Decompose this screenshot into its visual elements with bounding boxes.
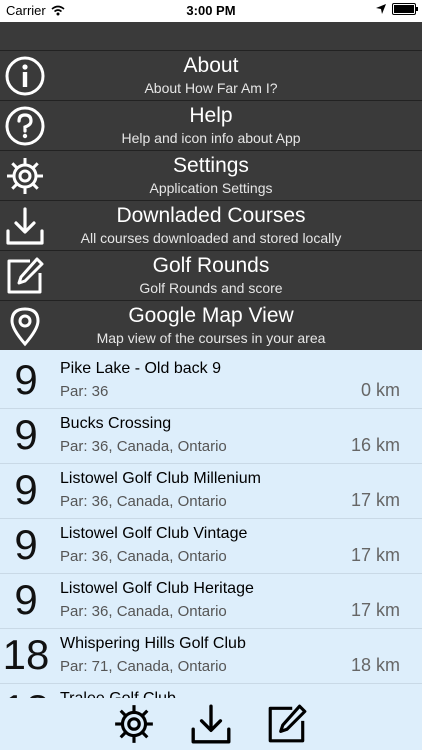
course-name: Whispering Hills Golf Club	[60, 635, 246, 652]
course-row[interactable]: 9 Listowel Golf Club Millenium Par: 36, …	[0, 464, 422, 519]
menu-item-help[interactable]: Help Help and icon info about App	[0, 100, 422, 150]
course-par: Par: 36, Canada, Ontario	[60, 493, 227, 510]
menu-subtitle: Help and icon info about App	[121, 130, 301, 146]
course-par: Par: 36	[60, 383, 109, 400]
menu-item-settings[interactable]: Settings Application Settings	[0, 150, 422, 200]
top-spacer	[0, 22, 422, 50]
menu-item-golf-rounds[interactable]: Golf Rounds Golf Rounds and score	[0, 250, 422, 300]
course-distance: 17 km	[350, 600, 400, 620]
course-name: Listowel Golf Club Millenium	[60, 470, 261, 487]
menu-subtitle: All courses downloaded and stored locall…	[80, 230, 342, 246]
menu-title: Downladed Courses	[116, 204, 306, 227]
status-bar: Carrier 3:00 PM	[0, 0, 422, 22]
course-name: Listowel Golf Club Vintage	[60, 525, 248, 542]
course-par: Par: 71, Canada, Ontario	[60, 658, 227, 675]
course-name: Listowel Golf Club Heritage	[60, 580, 254, 597]
menu-subtitle: Map view of the courses in your area	[96, 330, 326, 346]
menu-subtitle: About How Far Am I?	[144, 80, 278, 96]
course-distance: 17 km	[350, 545, 400, 565]
menu-subtitle: Application Settings	[149, 180, 273, 196]
bottom-toolbar	[0, 698, 422, 750]
course-distance: 18 km	[350, 655, 400, 675]
course-row[interactable]: 9 Listowel Golf Club Vintage Par: 36, Ca…	[0, 519, 422, 574]
menu-title: Help	[189, 104, 233, 127]
main-menu: About About How Far Am I? Help Help and …	[0, 50, 422, 350]
course-name: Tralee Golf Club	[60, 690, 176, 698]
status-time: 3:00 PM	[186, 3, 236, 18]
edit-icon[interactable]	[264, 702, 310, 746]
course-par: Par: 36, Canada, Ontario	[60, 548, 227, 565]
menu-item-about[interactable]: About About How Far Am I?	[0, 50, 422, 100]
course-list: 9 Pike Lake - Old back 9 Par: 36 0 km 9 …	[0, 354, 422, 698]
menu-subtitle: Golf Rounds and score	[139, 280, 283, 296]
battery-icon	[392, 3, 418, 15]
menu-title: Google Map View	[128, 304, 294, 327]
course-holes: 9	[14, 521, 38, 568]
menu-title: About	[183, 54, 239, 77]
menu-item-downloaded-courses[interactable]: Downladed Courses All courses downloaded…	[0, 200, 422, 250]
course-par: Par: 36, Canada, Ontario	[60, 438, 227, 455]
course-holes: 9	[14, 576, 38, 623]
course-row[interactable]: 9 Listowel Golf Club Heritage Par: 36, C…	[0, 574, 422, 629]
course-row[interactable]: 18 Tralee Golf Club	[0, 684, 422, 698]
course-holes: 9	[14, 411, 38, 458]
course-holes: 9	[14, 466, 38, 513]
course-par: Par: 36, Canada, Ontario	[60, 603, 227, 620]
course-holes: 18	[0, 686, 52, 698]
course-row[interactable]: 9 Bucks Crossing Par: 36, Canada, Ontari…	[0, 409, 422, 464]
location-arrow-icon	[376, 4, 386, 14]
course-holes: 18	[2, 631, 50, 678]
status-right	[376, 3, 418, 15]
course-row[interactable]: 18 Whispering Hills Golf Club Par: 71, C…	[0, 629, 422, 684]
download-icon[interactable]	[188, 702, 234, 746]
gear-icon[interactable]	[111, 702, 157, 746]
course-row[interactable]: 9 Pike Lake - Old back 9 Par: 36 0 km	[0, 354, 422, 409]
course-name: Bucks Crossing	[60, 415, 172, 432]
course-holes: 9	[14, 356, 38, 403]
menu-title: Golf Rounds	[152, 254, 270, 277]
course-distance: 0 km	[360, 380, 400, 400]
menu-item-google-map-view[interactable]: Google Map View Map view of the courses …	[0, 300, 422, 350]
course-distance: 16 km	[350, 435, 400, 455]
course-name: Pike Lake - Old back 9	[60, 360, 221, 377]
course-distance: 17 km	[350, 490, 400, 510]
menu-title: Settings	[173, 154, 249, 177]
